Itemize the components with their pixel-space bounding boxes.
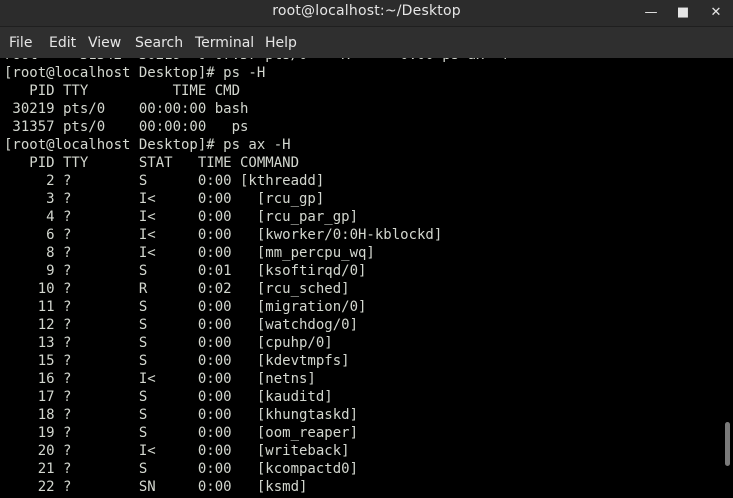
title-bar: root@localhost:~/Desktop — ■ ✕ — [0, 0, 733, 27]
terminal-lines: root 31342 30219 0 07:57 pts/0 R+ 0:00 p… — [4, 58, 510, 496]
menu-search[interactable]: Search — [135, 35, 183, 51]
menu-view[interactable]: View — [88, 35, 121, 51]
menu-file[interactable]: File — [9, 35, 32, 51]
terminal-line: 6 ? I< 0:00 [kworker/0:0H-kblockd] — [4, 227, 443, 243]
menu-edit[interactable]: Edit — [49, 35, 76, 51]
terminal-line: 13 ? S 0:00 [cpuhp/0] — [4, 335, 333, 351]
terminal-line: 21 ? S 0:00 [kcompactd0] — [4, 461, 359, 477]
menu-terminal[interactable]: Terminal — [195, 35, 254, 51]
terminal-line: 9 ? S 0:01 [ksoftirqd/0] — [4, 263, 367, 279]
scrollbar[interactable] — [722, 58, 733, 498]
terminal-line: 31357 pts/0 00:00:00 ps — [4, 119, 249, 135]
window-title: root@localhost:~/Desktop — [272, 3, 461, 19]
terminal-line: 18 ? S 0:00 [khungtaskd] — [4, 407, 359, 423]
terminal-line: 16 ? I< 0:00 [netns] — [4, 371, 316, 387]
menu-bar: File Edit View Search Terminal Help — [0, 27, 733, 60]
terminal-line: 19 ? S 0:00 [oom_reaper] — [4, 425, 359, 441]
terminal-line: 20 ? I< 0:00 [writeback] — [4, 443, 350, 459]
menu-help[interactable]: Help — [265, 35, 297, 51]
terminal-line: PID TTY STAT TIME COMMAND — [4, 155, 300, 171]
terminal-line: 12 ? S 0:00 [watchdog/0] — [4, 317, 359, 333]
terminal-output[interactable]: root 31342 30219 0 07:57 pts/0 R+ 0:00 p… — [0, 58, 722, 498]
terminal-line: 17 ? S 0:00 [kauditd] — [4, 389, 333, 405]
minimize-button[interactable]: — — [638, 0, 664, 24]
terminal-line: 2 ? S 0:00 [kthreadd] — [4, 173, 325, 189]
terminal-line: [root@localhost Desktop]# ps -H — [4, 65, 266, 81]
close-button[interactable]: ✕ — [703, 0, 729, 24]
terminal-line: 22 ? SN 0:00 [ksmd] — [4, 479, 308, 495]
maximize-button[interactable]: ■ — [670, 0, 696, 24]
terminal-line: 8 ? I< 0:00 [mm_percpu_wq] — [4, 245, 375, 261]
terminal-line: 11 ? S 0:00 [migration/0] — [4, 299, 367, 315]
terminal-line: 4 ? I< 0:00 [rcu_par_gp] — [4, 209, 359, 225]
terminal-line: 15 ? S 0:00 [kdevtmpfs] — [4, 353, 350, 369]
terminal-line: 3 ? I< 0:00 [rcu_gp] — [4, 191, 325, 207]
terminal-line: 10 ? R 0:02 [rcu_sched] — [4, 281, 350, 297]
terminal-line: 30219 pts/0 00:00:00 bash — [4, 101, 249, 117]
terminal-line: [root@localhost Desktop]# ps ax -H — [4, 137, 291, 153]
terminal-line: PID TTY TIME CMD — [4, 83, 241, 99]
scrollbar-thumb[interactable] — [725, 422, 730, 466]
